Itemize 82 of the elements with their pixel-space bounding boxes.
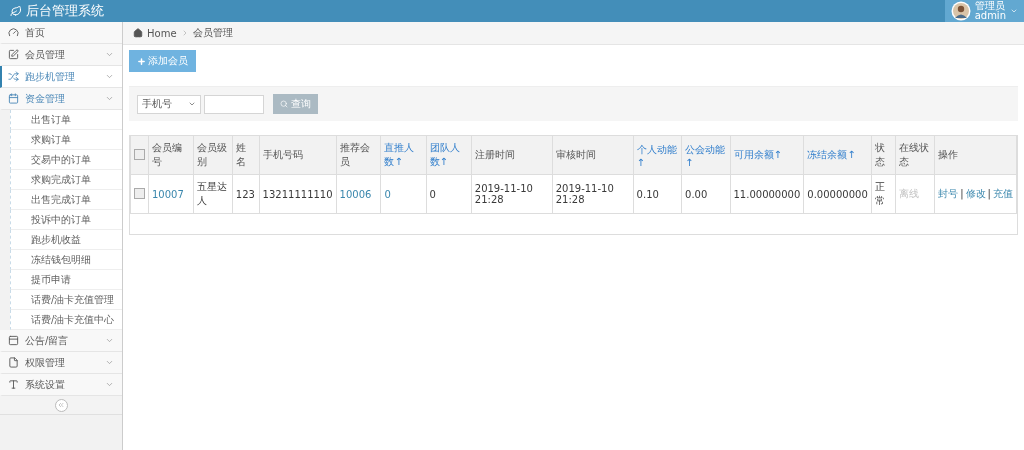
chevron-icon bbox=[105, 72, 114, 81]
column-header[interactable]: 直推人数↑ bbox=[380, 136, 427, 175]
column-header: 注册时间 bbox=[471, 136, 553, 175]
column-header: 状态 bbox=[871, 136, 896, 175]
sidebar-item[interactable]: 首页 bbox=[0, 22, 122, 44]
search-icon bbox=[280, 100, 288, 108]
sidebar-subitem[interactable]: 话费/油卡充值中心 bbox=[10, 310, 122, 330]
sidebar-subitem[interactable]: 出售完成订单 bbox=[10, 190, 122, 210]
app-title: 后台管理系统 bbox=[26, 2, 104, 20]
table-cell: 0.00000000 bbox=[807, 188, 868, 200]
column-header[interactable]: 个人动能↑ bbox=[633, 136, 682, 175]
sidebar-item[interactable]: 权限管理 bbox=[0, 352, 122, 374]
sidebar-item[interactable]: 跑步机管理 bbox=[0, 66, 122, 88]
sidebar-item[interactable]: 资金管理 bbox=[0, 88, 122, 110]
column-header[interactable]: 团队人数↑ bbox=[426, 136, 472, 175]
table-cell: 正常 bbox=[874, 181, 885, 206]
column-header: 会员级别 bbox=[193, 136, 233, 175]
breadcrumb-item[interactable]: Home bbox=[147, 27, 177, 39]
sidebar-subitem[interactable]: 求购完成订单 bbox=[10, 170, 122, 190]
caret-icon bbox=[188, 100, 196, 108]
table-link[interactable]: 0 bbox=[384, 188, 391, 200]
column-header: 在线状态 bbox=[895, 136, 935, 175]
column-header: 姓名 bbox=[232, 136, 260, 175]
chevron-icon bbox=[105, 358, 114, 367]
table-cell: 0 bbox=[429, 188, 436, 200]
table-cell: 0.10 bbox=[636, 188, 659, 200]
table-cell: 五星达人 bbox=[196, 181, 227, 206]
sidebar-item[interactable]: 公告/留言 bbox=[0, 330, 122, 352]
action-link[interactable]: 修改 bbox=[965, 188, 986, 199]
table-cell: 123 bbox=[235, 188, 255, 200]
action-link[interactable]: 封号 bbox=[938, 188, 959, 199]
column-header[interactable]: 冻结余额↑ bbox=[803, 136, 872, 175]
sidebar-item[interactable]: 系统设置 bbox=[0, 374, 122, 396]
table-cell: 2019-11-10 21:28 bbox=[474, 183, 533, 205]
column-header[interactable]: 可用余额↑ bbox=[730, 136, 804, 175]
checkbox[interactable] bbox=[134, 187, 145, 199]
gauge-icon bbox=[8, 27, 19, 38]
search-field[interactable] bbox=[204, 94, 264, 114]
sidebar-item[interactable]: 会员管理 bbox=[0, 44, 122, 66]
column-header: 审核时间 bbox=[552, 136, 634, 175]
table-cell: 2019-11-10 21:28 bbox=[555, 183, 614, 205]
sidebar-subitem[interactable]: 投诉中的订单 bbox=[10, 210, 122, 230]
sidebar-subitem[interactable]: 出售订单 bbox=[10, 110, 122, 130]
avatar-icon bbox=[950, 1, 971, 21]
window-icon bbox=[8, 335, 19, 346]
checkbox[interactable] bbox=[134, 148, 145, 160]
field-select[interactable]: 手机号 bbox=[137, 94, 201, 114]
home-icon bbox=[133, 28, 143, 38]
file-icon bbox=[8, 357, 19, 368]
table-cell: 11.00000000 bbox=[733, 188, 801, 200]
user-role: 管理员 bbox=[974, 1, 1005, 11]
shuffle-icon bbox=[8, 71, 19, 82]
separator: | bbox=[987, 188, 991, 199]
table-cell: 0.00 bbox=[685, 188, 708, 200]
chevron-icon bbox=[105, 336, 114, 345]
leaf-icon bbox=[10, 5, 22, 17]
double-chevron-icon bbox=[57, 401, 65, 409]
column-header[interactable]: 公会动能↑ bbox=[681, 136, 730, 175]
sidebar-subitem[interactable]: 求购订单 bbox=[10, 130, 122, 150]
table-cell: 13211111110 bbox=[262, 188, 333, 200]
calendar-icon bbox=[8, 93, 19, 104]
action-link[interactable]: 充值 bbox=[992, 188, 1013, 199]
chevron-icon bbox=[105, 94, 114, 103]
caret-icon bbox=[1010, 7, 1018, 15]
sidebar-subitem[interactable]: 话费/油卡充值管理 bbox=[10, 290, 122, 310]
text-icon bbox=[8, 379, 19, 390]
sidebar-subitem[interactable]: 跑步机收益 bbox=[10, 230, 122, 250]
sidebar-subitem[interactable]: 提币申请 bbox=[10, 270, 122, 290]
column-header: 推荐会员 bbox=[336, 136, 381, 175]
chevron-icon bbox=[105, 50, 114, 59]
plus-icon bbox=[137, 56, 146, 66]
column-header: 手机号码 bbox=[259, 136, 337, 175]
chevron-icon bbox=[105, 380, 114, 389]
sidebar-subitem[interactable]: 冻结钱包明细 bbox=[10, 250, 122, 270]
column-header: 会员编号 bbox=[148, 136, 194, 175]
separator: | bbox=[960, 188, 964, 199]
user-name: admin bbox=[974, 11, 1006, 21]
collapse-sidebar-button[interactable] bbox=[54, 398, 68, 412]
sidebar-subitem[interactable]: 交易中的订单 bbox=[10, 150, 122, 170]
edit-icon bbox=[8, 49, 19, 60]
breadcrumb-item: 会员管理 bbox=[192, 26, 233, 40]
column-header: 操作 bbox=[934, 136, 1017, 175]
